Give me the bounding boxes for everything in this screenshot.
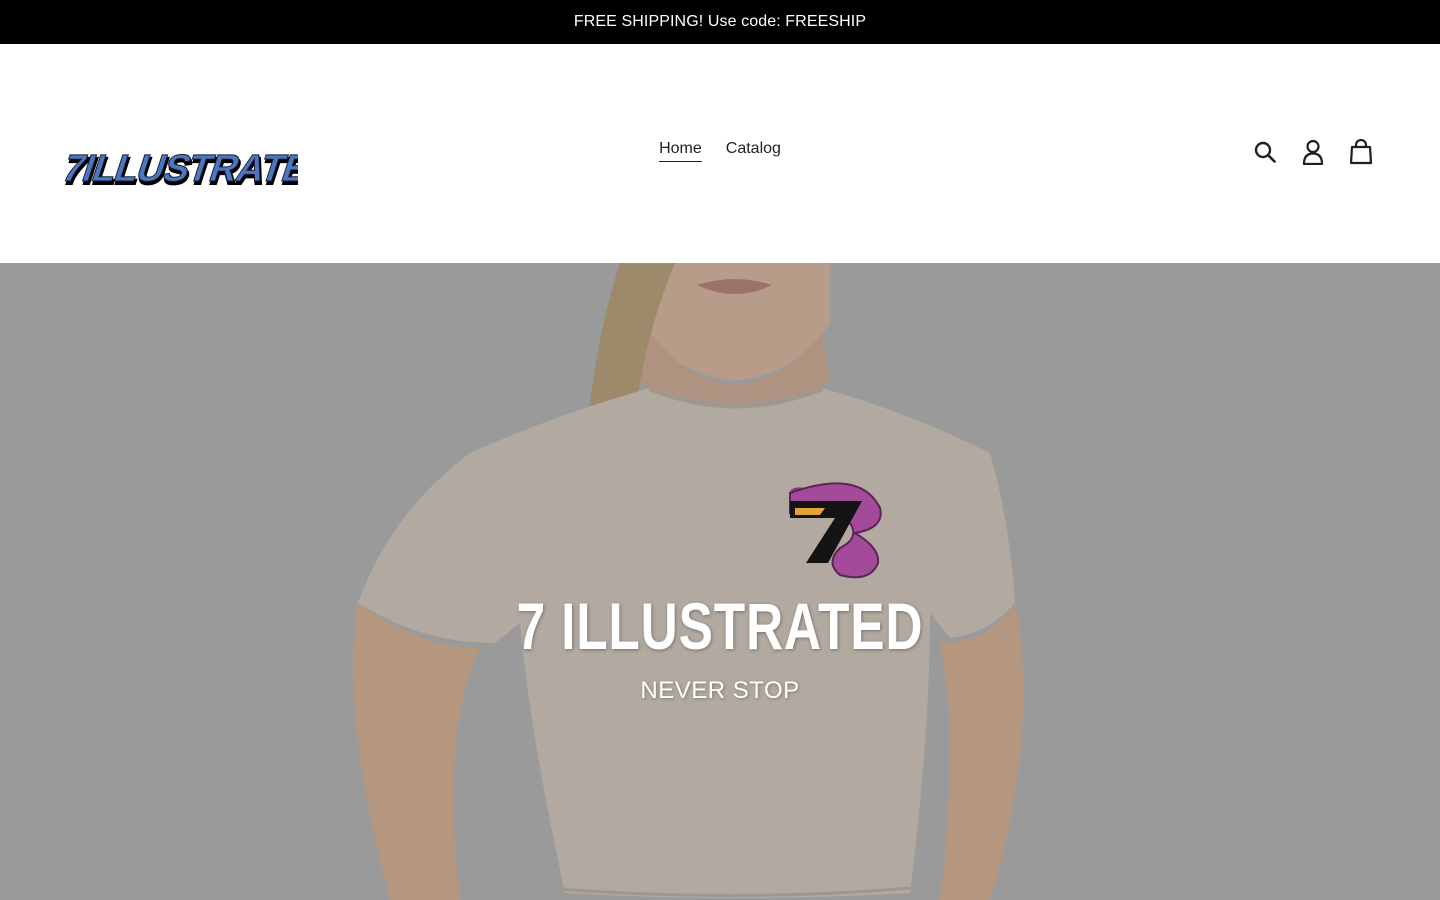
announcement-bar: FREE SHIPPING! Use code: FREESHIP <box>0 0 1440 44</box>
hero-subtitle: NEVER STOP <box>640 677 800 704</box>
account-icon[interactable] <box>1300 138 1326 166</box>
site-header: 7ILLUSTRATED 7ILLUSTRATED Home Catalog <box>0 44 1440 263</box>
hero-overlay <box>0 263 1440 900</box>
hero-text: 7 ILLUSTRATED NEVER STOP <box>0 589 1440 705</box>
announcement-text: FREE SHIPPING! Use code: FREESHIP <box>573 13 867 30</box>
header-icons <box>1252 138 1374 166</box>
nav-catalog[interactable]: Catalog <box>726 140 781 162</box>
search-icon[interactable] <box>1252 138 1278 166</box>
main-nav: Home Catalog <box>0 140 1440 162</box>
hero-title: 7 ILLUSTRATED <box>516 589 924 663</box>
nav-home[interactable]: Home <box>659 140 702 162</box>
hero-banner[interactable]: 7 ILLUSTRATED NEVER STOP <box>0 263 1440 900</box>
cart-icon[interactable] <box>1348 138 1374 166</box>
